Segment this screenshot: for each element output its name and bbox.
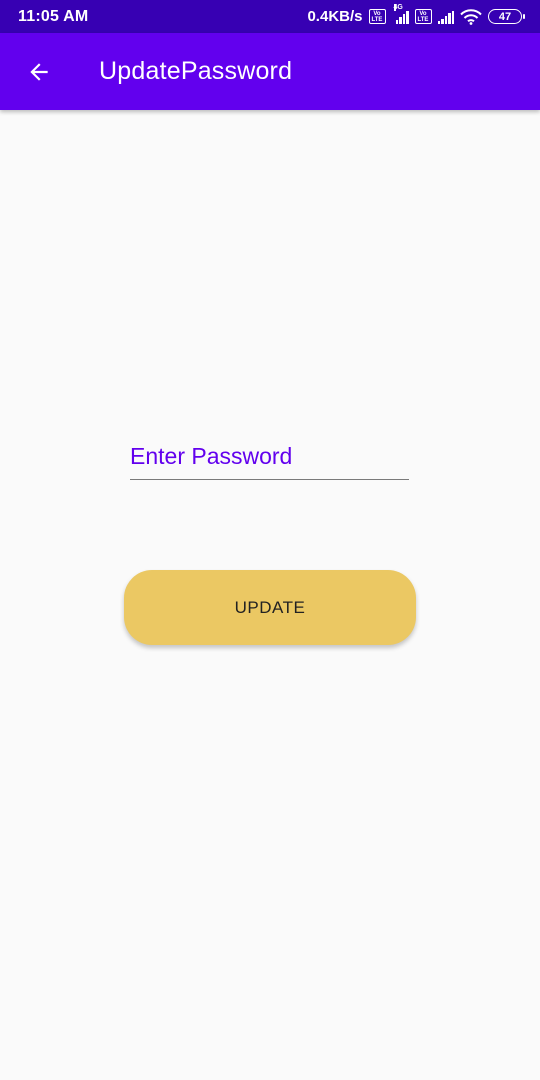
update-button[interactable]: UPDATE [124,570,416,645]
password-field[interactable] [130,440,409,480]
network-type-label: 4G [393,3,403,11]
wifi-icon [460,8,482,25]
battery-icon: 47 [488,9,525,24]
network-speed: 0.4KB/s [307,8,363,25]
page-title: UpdatePassword [99,57,293,85]
password-input[interactable] [130,440,409,479]
volte-label-bottom: LTE [371,16,383,23]
volte-icon: Vo LTE [414,9,432,24]
signal-icon [437,10,454,24]
arrow-back-icon [30,63,48,81]
volte-label-bottom: LTE [417,16,429,23]
battery-level: 47 [498,10,512,23]
volte-icon: Vo LTE [368,9,386,24]
back-button[interactable] [22,55,56,89]
app-bar: UpdatePassword [0,33,540,110]
signal-icon: 4G [393,3,409,24]
status-time: 11:05 AM [18,7,89,25]
status-icons: 0.4KB/s Vo LTE 4G Vo LTE 47 [307,3,525,25]
status-bar: 11:05 AM 0.4KB/s Vo LTE 4G Vo LTE 47 [0,0,540,33]
